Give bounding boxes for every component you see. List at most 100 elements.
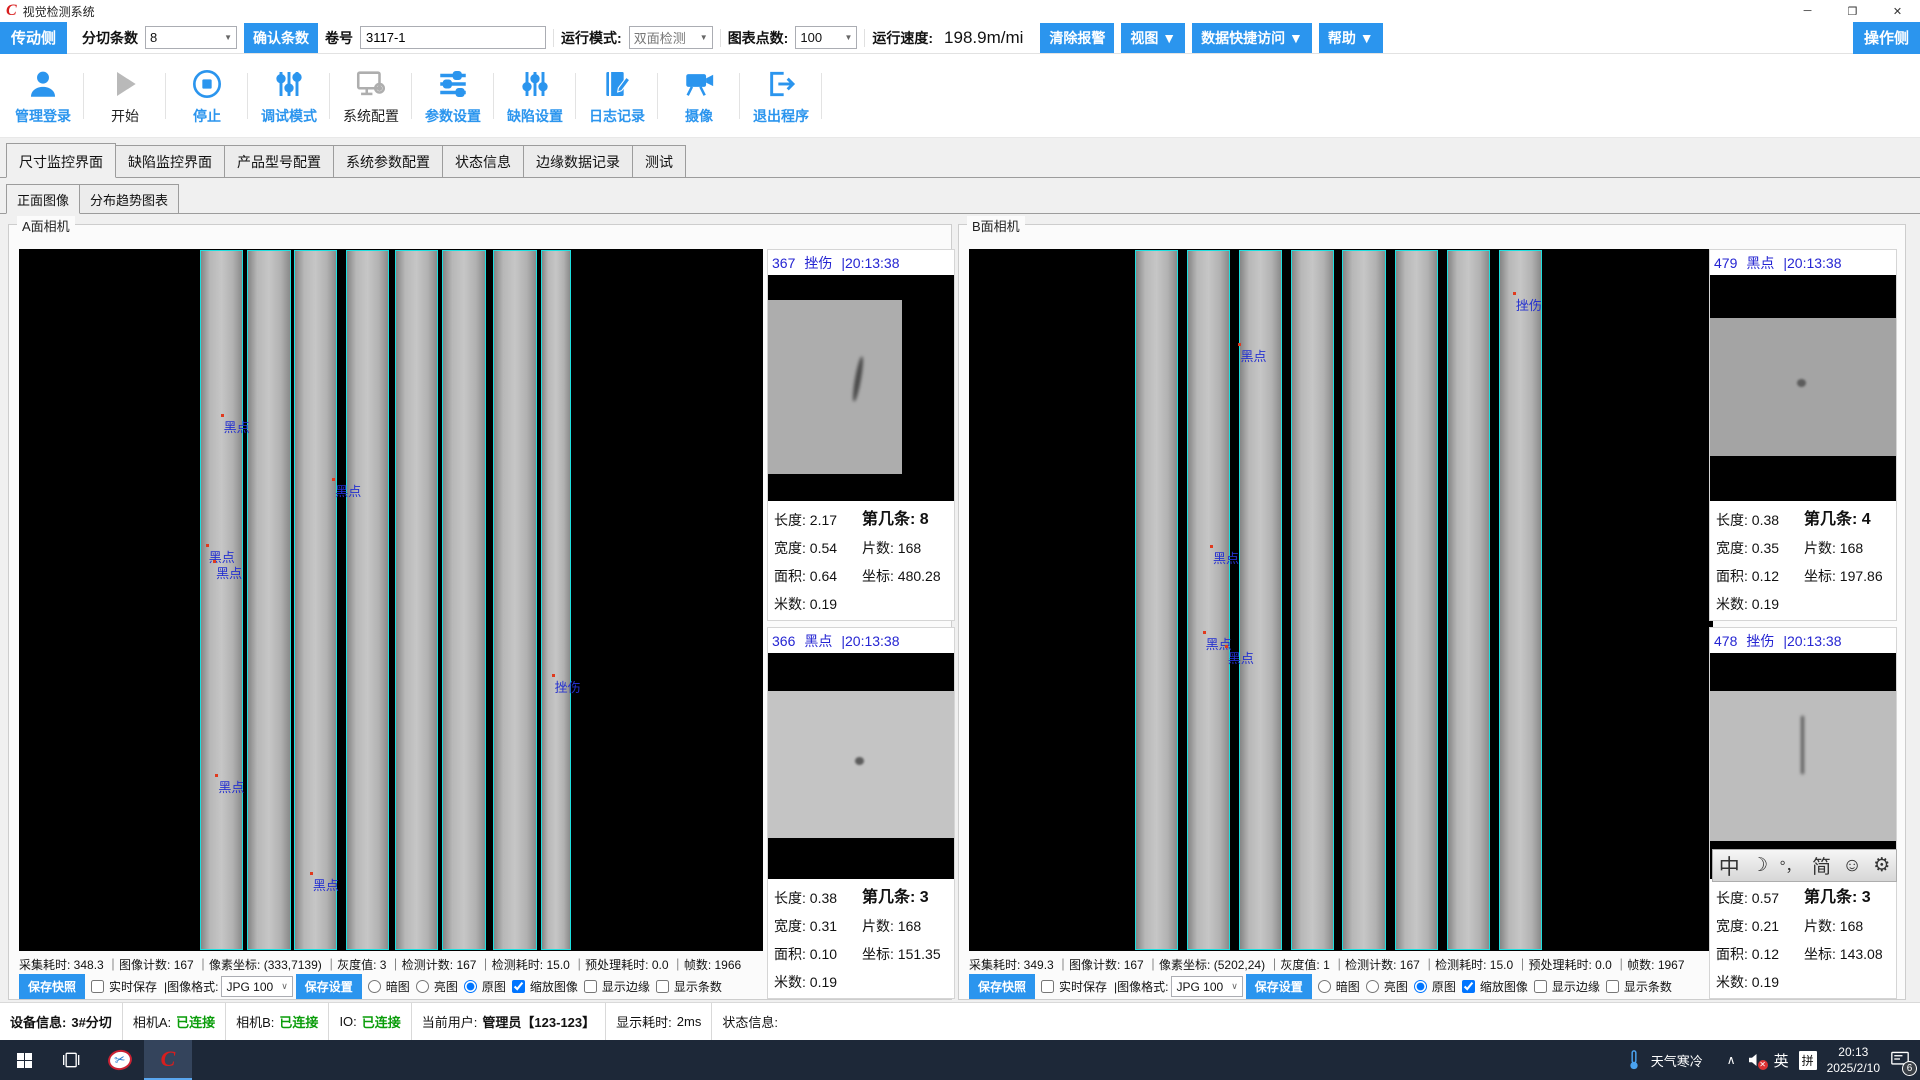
- inspection-app-taskbar-button[interactable]: C: [144, 1040, 192, 1080]
- bright-image-radio[interactable]: [1366, 980, 1379, 993]
- ime-fullwidth-moon-icon[interactable]: ☽: [1751, 854, 1768, 877]
- defect-annotation: 黑点: [313, 875, 339, 894]
- roll-number-label: 卷号: [325, 28, 353, 48]
- current-user-label: 当前用户:: [422, 1012, 478, 1031]
- defect-card: 479黑点|20:13:38 长度: 0.38 宽度: 0.35 面积: 0.1…: [1709, 249, 1897, 621]
- view-menu-button[interactable]: 视图 ▼: [1121, 23, 1185, 53]
- tab-size-monitor[interactable]: 尺寸监控界面: [6, 143, 116, 178]
- material-strip: [1447, 250, 1490, 950]
- exit-program-button[interactable]: 退出程序: [740, 61, 822, 131]
- main-tabstrip: 尺寸监控界面 缺陷监控界面 产品型号配置 系统参数配置 状态信息 边缘数据记录 …: [0, 138, 1920, 178]
- current-user-value: 管理员【123-123】: [482, 1012, 595, 1031]
- start-button[interactable]: [0, 1040, 48, 1080]
- save-snapshot-button[interactable]: 保存快照: [969, 974, 1035, 999]
- tray-expand-chevron-icon[interactable]: ∧: [1727, 1053, 1736, 1067]
- windows-logo-icon: [17, 1053, 32, 1068]
- taskbar-clock[interactable]: 20:13 2025/2/10: [1827, 1044, 1880, 1076]
- close-button[interactable]: ✕: [1875, 0, 1920, 22]
- camera-b-status-value: 已连接: [279, 1012, 318, 1031]
- image-format-select[interactable]: JPG 100∨: [1171, 976, 1242, 997]
- show-edge-checkbox[interactable]: [584, 980, 597, 993]
- snipping-tool-button[interactable]: ✂: [96, 1040, 144, 1080]
- defect-card: 478挫伤|20:13:38 长度: 0.57 宽度: 0.21 面积: 0.1…: [1709, 627, 1897, 999]
- realtime-save-checkbox[interactable]: [91, 980, 104, 993]
- notification-badge: 6: [1902, 1061, 1917, 1076]
- camera-a-status-value: 已连接: [176, 1012, 215, 1031]
- defect-card: 366黑点|20:13:38 长度: 0.38 宽度: 0.31 面积: 0.1…: [767, 627, 955, 999]
- confirm-count-button[interactable]: 确认条数: [244, 23, 318, 53]
- material-strip: [1395, 250, 1438, 950]
- camera-b-image: 挫伤黑点黑点黑点黑点: [969, 249, 1713, 951]
- roll-number-input[interactable]: [360, 26, 546, 49]
- weather-status[interactable]: 天气寒冷: [1651, 1051, 1703, 1070]
- scissors-icon: ✂: [106, 1048, 134, 1073]
- data-quick-access-button[interactable]: 数据快捷访问 ▼: [1192, 23, 1312, 53]
- chart-points-select[interactable]: 100▼: [795, 26, 857, 49]
- defect-settings-button[interactable]: 缺陷设置: [494, 61, 576, 131]
- clear-alarm-button[interactable]: 清除报警: [1040, 23, 1114, 53]
- maximize-button[interactable]: ❐: [1830, 0, 1875, 22]
- ime-chinese-mode-icon[interactable]: 中: [1719, 851, 1740, 881]
- defect-annotation: 黑点: [224, 417, 250, 436]
- zoom-image-checkbox[interactable]: [512, 980, 525, 993]
- dark-image-radio[interactable]: [1318, 980, 1331, 993]
- ime-punctuation-icon[interactable]: °，: [1780, 855, 1801, 876]
- stop-button[interactable]: 停止: [166, 61, 248, 131]
- params-settings-button[interactable]: 参数设置: [412, 61, 494, 131]
- system-config-button[interactable]: 系统配置: [330, 61, 412, 131]
- subtab-trend-chart[interactable]: 分布趋势图表: [79, 184, 179, 213]
- original-image-radio[interactable]: [1414, 980, 1427, 993]
- volume-muted-icon[interactable]: ✕: [1746, 1051, 1764, 1069]
- save-settings-button[interactable]: 保存设置: [1246, 974, 1312, 999]
- camera-b-defect-cards: 479黑点|20:13:38 长度: 0.38 宽度: 0.35 面积: 0.1…: [1709, 249, 1897, 1005]
- minimize-button[interactable]: ─: [1785, 0, 1830, 22]
- ime-emoji-icon[interactable]: ☺: [1842, 855, 1861, 877]
- tab-test[interactable]: 测试: [632, 145, 686, 177]
- notification-center-button[interactable]: 6: [1890, 1050, 1910, 1071]
- chevron-down-icon: ▼: [844, 33, 852, 42]
- capture-button[interactable]: 摄像: [658, 61, 740, 131]
- ime-simplified-icon[interactable]: 简: [1812, 852, 1831, 879]
- zoom-image-checkbox[interactable]: [1462, 980, 1475, 993]
- run-mode-select[interactable]: 双面检测▼: [629, 26, 713, 49]
- show-count-checkbox[interactable]: [1606, 980, 1619, 993]
- clock-time: 20:13: [1827, 1044, 1880, 1060]
- realtime-save-checkbox[interactable]: [1041, 980, 1054, 993]
- task-view-button[interactable]: [48, 1040, 96, 1080]
- drive-side-button[interactable]: 传动侧: [0, 22, 67, 54]
- show-count-checkbox[interactable]: [656, 980, 669, 993]
- taskbar: ✂ C 天气寒冷 ∧ ✕ 英 拼 20:13 2025/2/10 6: [0, 1040, 1920, 1080]
- admin-login-button[interactable]: 管理登录: [2, 61, 84, 131]
- defect-stats: 长度: 0.57 宽度: 0.21 面积: 0.12 米数: 0.19 第几条:…: [1710, 879, 1896, 999]
- image-format-select[interactable]: JPG 100∨: [221, 976, 292, 997]
- language-indicator[interactable]: 英: [1774, 1050, 1789, 1071]
- help-menu-button[interactable]: 帮助 ▼: [1319, 23, 1383, 53]
- tab-system-param-config[interactable]: 系统参数配置: [333, 145, 443, 177]
- show-edge-checkbox[interactable]: [1534, 980, 1547, 993]
- ime-settings-gear-icon[interactable]: ⚙: [1873, 854, 1890, 877]
- split-count-select[interactable]: 8▼: [145, 26, 237, 49]
- camera-a-stats-line: 采集耗时: 348.3 ｜图像计数: 167 ｜像素坐标: (333,7139)…: [19, 956, 763, 973]
- save-snapshot-button[interactable]: 保存快照: [19, 974, 85, 999]
- start-button[interactable]: 开始: [84, 61, 166, 131]
- divider: [720, 29, 721, 47]
- log-record-button[interactable]: 日志记录: [576, 61, 658, 131]
- save-settings-button[interactable]: 保存设置: [296, 974, 362, 999]
- dark-image-radio[interactable]: [368, 980, 381, 993]
- tab-defect-monitor[interactable]: 缺陷监控界面: [115, 145, 225, 177]
- ime-pinyin-indicator[interactable]: 拼: [1799, 1051, 1817, 1070]
- operate-side-button[interactable]: 操作侧: [1853, 22, 1920, 54]
- bright-image-radio[interactable]: [416, 980, 429, 993]
- camera-b-status-label: 相机B:: [236, 1012, 274, 1031]
- app-logo-icon: C: [6, 3, 17, 19]
- tab-status-info[interactable]: 状态信息: [442, 145, 524, 177]
- tab-product-model-config[interactable]: 产品型号配置: [224, 145, 334, 177]
- camera-b-panel: B面相机 挫伤黑点黑点黑点黑点 479黑点|20:13:38 长度: 0.38 …: [958, 224, 1906, 1000]
- chevron-down-icon: ∨: [281, 981, 288, 992]
- divider: [553, 29, 554, 47]
- tab-edge-data-record[interactable]: 边缘数据记录: [523, 145, 633, 177]
- defect-card-header: 478挫伤|20:13:38: [1710, 628, 1896, 653]
- original-image-radio[interactable]: [464, 980, 477, 993]
- debug-mode-button[interactable]: 调试模式: [248, 61, 330, 131]
- subtab-front-image[interactable]: 正面图像: [6, 184, 80, 214]
